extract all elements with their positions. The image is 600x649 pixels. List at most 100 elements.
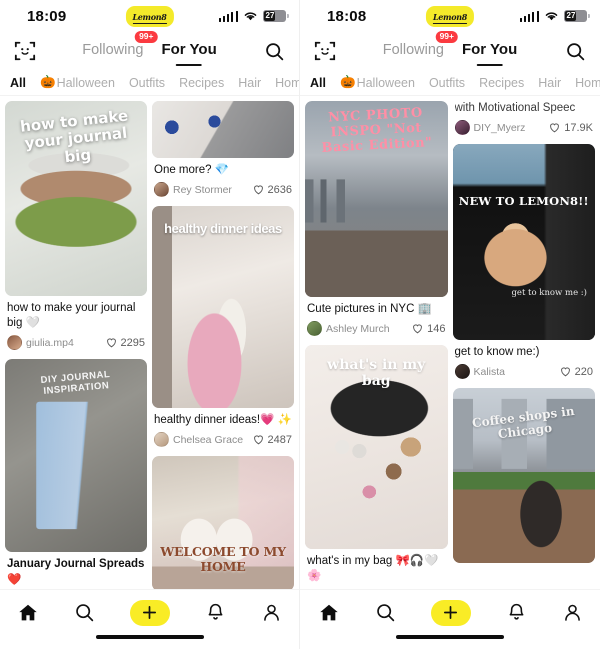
feed-card[interactable]: NYC PHOTO INSPO "Not Basic Edition" Cute… [305, 101, 448, 339]
tab-following-label: Following [82, 42, 144, 58]
avatar[interactable] [307, 321, 322, 337]
feed-card[interactable]: Coffee shops in Chicago [452, 388, 595, 564]
avatar[interactable] [454, 120, 470, 136]
category-home[interactable]: Home [275, 76, 299, 90]
search-icon[interactable] [565, 41, 586, 62]
bell-icon[interactable] [205, 602, 226, 623]
card-thumbnail[interactable]: what's in my bag [305, 345, 448, 550]
face-scan-icon[interactable] [14, 40, 36, 62]
like-count: 220 [574, 365, 593, 378]
category-outfits[interactable]: Outfits [429, 76, 465, 90]
heart-icon [253, 185, 263, 195]
like-counter[interactable]: 146 [411, 322, 446, 335]
signal-icon [519, 10, 539, 22]
create-post-button[interactable] [129, 599, 170, 626]
category-all[interactable]: All [10, 76, 26, 90]
card-author-row: Chelsea Grace 2487 [154, 432, 292, 448]
category-hair[interactable]: Hair [538, 76, 561, 90]
bottom-navigation-bar[interactable] [300, 589, 600, 635]
category-recipes[interactable]: Recipes [479, 76, 524, 90]
avatar[interactable] [454, 364, 470, 380]
thumbnail-overlay-text: WELCOME TO MY HOME [160, 544, 286, 574]
category-all[interactable]: All [310, 76, 326, 90]
like-counter[interactable]: 2636 [252, 183, 292, 196]
card-title: Cute pictures in NYC 🏢 [307, 303, 432, 315]
wifi-icon [545, 12, 558, 21]
feed-card[interactable]: what's in my bag what's in my bag 🎀🎧🤍 🌸 [305, 345, 448, 587]
card-thumbnail[interactable]: WELCOME TO MY HOME [152, 456, 294, 589]
home-icon[interactable] [17, 602, 39, 624]
card-title: what's in my bag 🎀🎧🤍 🌸 [307, 555, 439, 583]
card-author[interactable]: Chelsea Grace [173, 434, 243, 446]
card-thumbnail[interactable]: NEW TO LEMON8!! get to know me :) [452, 144, 595, 341]
person-icon[interactable] [562, 602, 583, 623]
category-hair[interactable]: Hair [238, 76, 261, 90]
card-thumbnail[interactable]: how to make your journal big [5, 101, 147, 296]
feed-card[interactable]: DIY JOURNAL INSPIRATION January Journal … [5, 359, 147, 589]
avatar[interactable] [7, 335, 22, 351]
like-counter[interactable]: 2487 [252, 433, 292, 446]
card-author[interactable]: giulia.mp4 [26, 337, 74, 349]
category-halloween-label: Halloween [56, 75, 115, 90]
card-meta: with Motivational Speec DIY_Myerz 17.9K [453, 101, 596, 137]
like-counter[interactable]: 17.9K [548, 121, 593, 134]
status-time: 18:09 [27, 7, 67, 25]
top-navigation-bar: Following 99+ For You [0, 31, 299, 70]
card-author[interactable]: Rey Stormer [173, 184, 232, 196]
card-title: January Journal Spreads ❤️ [7, 558, 145, 586]
person-icon[interactable] [261, 602, 282, 623]
avatar[interactable] [154, 182, 169, 198]
feed-card[interactable]: NEW TO LEMON8!! get to know me :) get to… [452, 144, 596, 382]
category-chip-row[interactable]: All 🎃 Halloween Outfits Recipes Hair Hom… [0, 70, 299, 96]
search-icon[interactable] [74, 602, 95, 623]
face-scan-icon[interactable] [314, 40, 336, 62]
feed-card[interactable]: healthy dinner ideas healthy dinner idea… [152, 206, 294, 450]
tab-following[interactable]: Following 99+ [82, 31, 158, 61]
bell-icon[interactable] [506, 602, 527, 623]
phone-screen-right: 18:08 Lemon8 27 Following 99+ For You Al… [300, 0, 600, 649]
avatar[interactable] [154, 432, 169, 448]
search-icon[interactable] [375, 602, 396, 623]
status-bar: 18:08 Lemon8 27 [300, 0, 600, 32]
lemon8-logo-text: Lemon8 [132, 11, 167, 24]
create-post-button[interactable] [430, 599, 471, 626]
card-meta: get to know me:) Kalista 220 [453, 340, 596, 381]
card-author[interactable]: DIY_Myerz [474, 122, 526, 134]
home-icon[interactable] [318, 602, 340, 624]
feed-card[interactable]: with Motivational Speec DIY_Myerz 17.9K [452, 101, 596, 138]
bottom-navigation-bar[interactable] [0, 589, 299, 635]
card-thumbnail[interactable] [152, 101, 294, 158]
search-icon[interactable] [264, 41, 285, 62]
card-thumbnail[interactable]: Coffee shops in Chicago [452, 388, 595, 564]
card-thumbnail[interactable]: NYC PHOTO INSPO "Not Basic Edition" [305, 101, 448, 297]
status-bar: 18:09 Lemon8 27 [0, 0, 299, 32]
like-counter[interactable]: 2295 [105, 336, 145, 349]
pumpkin-icon: 🎃 [39, 75, 56, 89]
tab-for-you[interactable]: For You [462, 41, 517, 61]
battery-level: 27 [566, 11, 576, 20]
card-author[interactable]: Kalista [474, 366, 506, 378]
category-halloween[interactable]: 🎃 Halloween [40, 75, 115, 90]
like-counter[interactable]: 220 [559, 365, 593, 378]
category-chip-row[interactable]: All 🎃 Halloween Outfits Recipes Hair Hom… [300, 70, 600, 96]
feed-grid[interactable]: how to make your journal big how to make… [0, 96, 299, 589]
feed-card[interactable]: how to make your journal big how to make… [5, 101, 147, 353]
card-meta: how to make your journal big 🤍 giulia.mp… [5, 296, 147, 352]
feed-card[interactable]: One more? 💎 Rey Stormer 2636 [152, 101, 294, 200]
tab-for-you[interactable]: For You [161, 41, 216, 61]
thumbnail-overlay-text: healthy dinner ideas [164, 221, 282, 237]
category-halloween[interactable]: 🎃 Halloween [340, 75, 415, 90]
home-indicator [300, 635, 600, 649]
heart-icon [106, 338, 116, 348]
card-thumbnail[interactable]: healthy dinner ideas [152, 206, 294, 409]
category-home[interactable]: Home [575, 76, 600, 90]
lemon8-logo: Lemon8 [425, 5, 475, 27]
feed-grid[interactable]: NYC PHOTO INSPO "Not Basic Edition" Cute… [300, 96, 600, 589]
category-recipes[interactable]: Recipes [179, 76, 224, 90]
feed-card[interactable]: WELCOME TO MY HOME [152, 456, 294, 589]
tab-following[interactable]: Following 99+ [383, 31, 458, 61]
card-author[interactable]: Ashley Murch [326, 323, 390, 335]
category-outfits[interactable]: Outfits [129, 76, 165, 90]
thumbnail-overlay-text: NYC PHOTO INSPO "Not Basic Edition" [321, 105, 433, 156]
card-thumbnail[interactable]: DIY JOURNAL INSPIRATION [5, 359, 147, 553]
